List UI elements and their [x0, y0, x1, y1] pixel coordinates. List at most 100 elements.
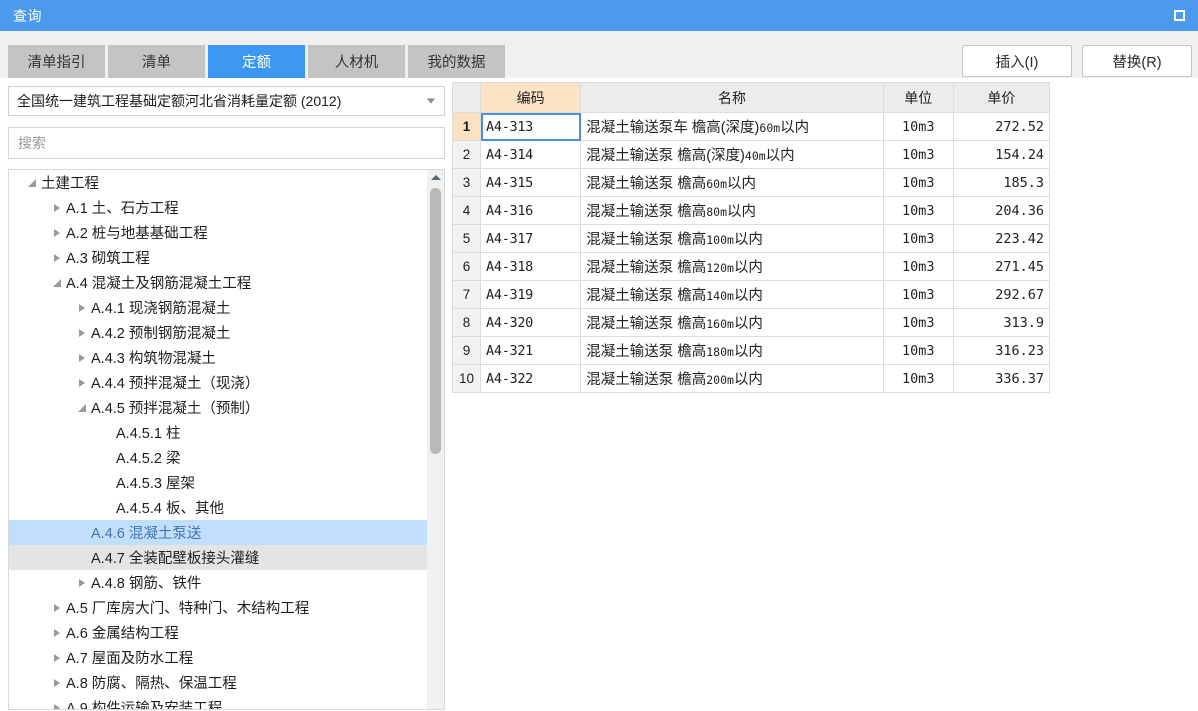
table-row[interactable]: 2 A4-314 混凝土输送泵 檐高(深度)40m以内 10m3 154.24 — [451, 140, 1051, 169]
table-row[interactable]: 1 A4-313 混凝土输送泵车 檐高(深度)60m以内 10m3 272.52 — [451, 112, 1051, 141]
cell-unit[interactable]: 10m3 — [882, 140, 954, 169]
cell-rownum[interactable]: 2 — [451, 140, 482, 169]
tree-node[interactable]: A.2 桩与地基基础工程 — [9, 220, 428, 245]
tree-node[interactable]: A.1 土、石方工程 — [9, 195, 428, 220]
chevron-right-icon[interactable] — [48, 620, 65, 645]
column-header-unit[interactable]: 单位 — [882, 82, 954, 113]
tree-node[interactable]: A.4.5.3 屋架 — [9, 470, 428, 495]
maximize-button[interactable] — [1168, 5, 1190, 27]
tab-0[interactable]: 清单指引 — [8, 45, 105, 78]
table-row[interactable]: 10 A4-322 混凝土输送泵 檐高200m以内 10m3 336.37 — [451, 364, 1051, 393]
cell-name[interactable]: 混凝土输送泵 檐高60m以内 — [580, 168, 884, 197]
cell-rownum[interactable]: 10 — [451, 364, 482, 393]
cell-code[interactable]: A4-313 — [480, 112, 582, 141]
cell-rownum[interactable]: 7 — [451, 280, 482, 309]
cell-rownum[interactable]: 1 — [451, 112, 482, 141]
tree-scrollbar[interactable] — [427, 170, 444, 709]
chevron-right-icon[interactable] — [48, 195, 65, 220]
table-row[interactable]: 4 A4-316 混凝土输送泵 檐高80m以内 10m3 204.36 — [451, 196, 1051, 225]
insert-button[interactable]: 插入(I) — [962, 45, 1072, 77]
tree-node[interactable]: A.4.8 钢筋、铁件 — [9, 570, 428, 595]
chevron-right-icon[interactable] — [73, 320, 90, 345]
chevron-down-icon[interactable] — [23, 170, 40, 195]
cell-name[interactable]: 混凝土输送泵 檐高(深度)40m以内 — [580, 140, 884, 169]
tree-node[interactable]: A.9 构件运输及安装工程 — [9, 695, 428, 709]
cell-rownum[interactable]: 8 — [451, 308, 482, 337]
cell-rownum[interactable]: 5 — [451, 224, 482, 253]
cell-price[interactable]: 316.23 — [952, 336, 1051, 365]
table-row[interactable]: 3 A4-315 混凝土输送泵 檐高60m以内 10m3 185.3 — [451, 168, 1051, 197]
table-row[interactable]: 6 A4-318 混凝土输送泵 檐高120m以内 10m3 271.45 — [451, 252, 1051, 281]
chevron-right-icon[interactable] — [48, 695, 65, 709]
cell-price[interactable]: 223.42 — [952, 224, 1051, 253]
column-header-price[interactable]: 单价 — [952, 82, 1051, 113]
cell-unit[interactable]: 10m3 — [882, 168, 954, 197]
cell-code[interactable]: A4-314 — [480, 140, 582, 169]
cell-code[interactable]: A4-318 — [480, 252, 582, 281]
cell-code[interactable]: A4-317 — [480, 224, 582, 253]
cell-name[interactable]: 混凝土输送泵 檐高140m以内 — [580, 280, 884, 309]
chevron-right-icon[interactable] — [73, 295, 90, 320]
cell-name[interactable]: 混凝土输送泵 檐高100m以内 — [580, 224, 884, 253]
cell-price[interactable]: 204.36 — [952, 196, 1051, 225]
chevron-right-icon[interactable] — [73, 345, 90, 370]
tree-node[interactable]: A.4.6 混凝土泵送 — [9, 520, 428, 545]
tree-node[interactable]: A.4.1 现浇钢筋混凝土 — [9, 295, 428, 320]
chevron-down-icon[interactable] — [48, 270, 65, 295]
table-row[interactable]: 5 A4-317 混凝土输送泵 檐高100m以内 10m3 223.42 — [451, 224, 1051, 253]
cell-code[interactable]: A4-322 — [480, 364, 582, 393]
chevron-right-icon[interactable] — [48, 220, 65, 245]
cell-price[interactable]: 313.9 — [952, 308, 1051, 337]
chevron-right-icon[interactable] — [73, 370, 90, 395]
replace-button[interactable]: 替换(R) — [1082, 45, 1192, 77]
cell-price[interactable]: 292.67 — [952, 280, 1051, 309]
cell-unit[interactable]: 10m3 — [882, 224, 954, 253]
cell-code[interactable]: A4-320 — [480, 308, 582, 337]
cell-rownum[interactable]: 6 — [451, 252, 482, 281]
chevron-right-icon[interactable] — [48, 670, 65, 695]
chevron-right-icon[interactable] — [48, 645, 65, 670]
cell-name[interactable]: 混凝土输送泵 檐高160m以内 — [580, 308, 884, 337]
scroll-up-button[interactable] — [427, 170, 444, 185]
cell-rownum[interactable]: 9 — [451, 336, 482, 365]
cell-name[interactable]: 混凝土输送泵 檐高120m以内 — [580, 252, 884, 281]
tab-3[interactable]: 人材机 — [308, 45, 405, 78]
tree-node[interactable]: A.4.5.4 板、其他 — [9, 495, 428, 520]
cell-unit[interactable]: 10m3 — [882, 280, 954, 309]
column-header-name[interactable]: 名称 — [580, 82, 884, 113]
tree-node[interactable]: A.4.2 预制钢筋混凝土 — [9, 320, 428, 345]
tab-2[interactable]: 定额 — [208, 45, 305, 78]
cell-name[interactable]: 混凝土输送泵 檐高80m以内 — [580, 196, 884, 225]
cell-price[interactable]: 336.37 — [952, 364, 1051, 393]
cell-name[interactable]: 混凝土输送泵车 檐高(深度)60m以内 — [580, 112, 884, 141]
chevron-down-icon[interactable] — [73, 395, 90, 420]
chevron-right-icon[interactable] — [73, 570, 90, 595]
cell-name[interactable]: 混凝土输送泵 檐高200m以内 — [580, 364, 884, 393]
cell-price[interactable]: 271.45 — [952, 252, 1051, 281]
cell-unit[interactable]: 10m3 — [882, 364, 954, 393]
tree-node[interactable]: A.7 屋面及防水工程 — [9, 645, 428, 670]
cell-rownum[interactable]: 3 — [451, 168, 482, 197]
tree-node[interactable]: A.4.3 构筑物混凝土 — [9, 345, 428, 370]
column-header-rownum[interactable] — [451, 82, 482, 113]
cell-unit[interactable]: 10m3 — [882, 196, 954, 225]
tree-node[interactable]: A.3 砌筑工程 — [9, 245, 428, 270]
cell-code[interactable]: A4-319 — [480, 280, 582, 309]
cell-code[interactable]: A4-315 — [480, 168, 582, 197]
chevron-right-icon[interactable] — [48, 595, 65, 620]
chevron-right-icon[interactable] — [48, 245, 65, 270]
tree-node[interactable]: A.4.5.2 梁 — [9, 445, 428, 470]
tree-node[interactable]: A.4.5.1 柱 — [9, 420, 428, 445]
tree-node[interactable]: A.4.4 预拌混凝土（现浇） — [9, 370, 428, 395]
cell-code[interactable]: A4-316 — [480, 196, 582, 225]
cell-code[interactable]: A4-321 — [480, 336, 582, 365]
cell-rownum[interactable]: 4 — [451, 196, 482, 225]
search-input[interactable] — [9, 128, 444, 158]
tree-node[interactable]: A.4 混凝土及钢筋混凝土工程 — [9, 270, 428, 295]
cell-unit[interactable]: 10m3 — [882, 112, 954, 141]
scrollbar-thumb[interactable] — [430, 188, 441, 454]
tree-node[interactable]: A.4.5 预拌混凝土（预制） — [9, 395, 428, 420]
table-row[interactable]: 7 A4-319 混凝土输送泵 檐高140m以内 10m3 292.67 — [451, 280, 1051, 309]
tree-node[interactable]: A.8 防腐、隔热、保温工程 — [9, 670, 428, 695]
cell-unit[interactable]: 10m3 — [882, 336, 954, 365]
